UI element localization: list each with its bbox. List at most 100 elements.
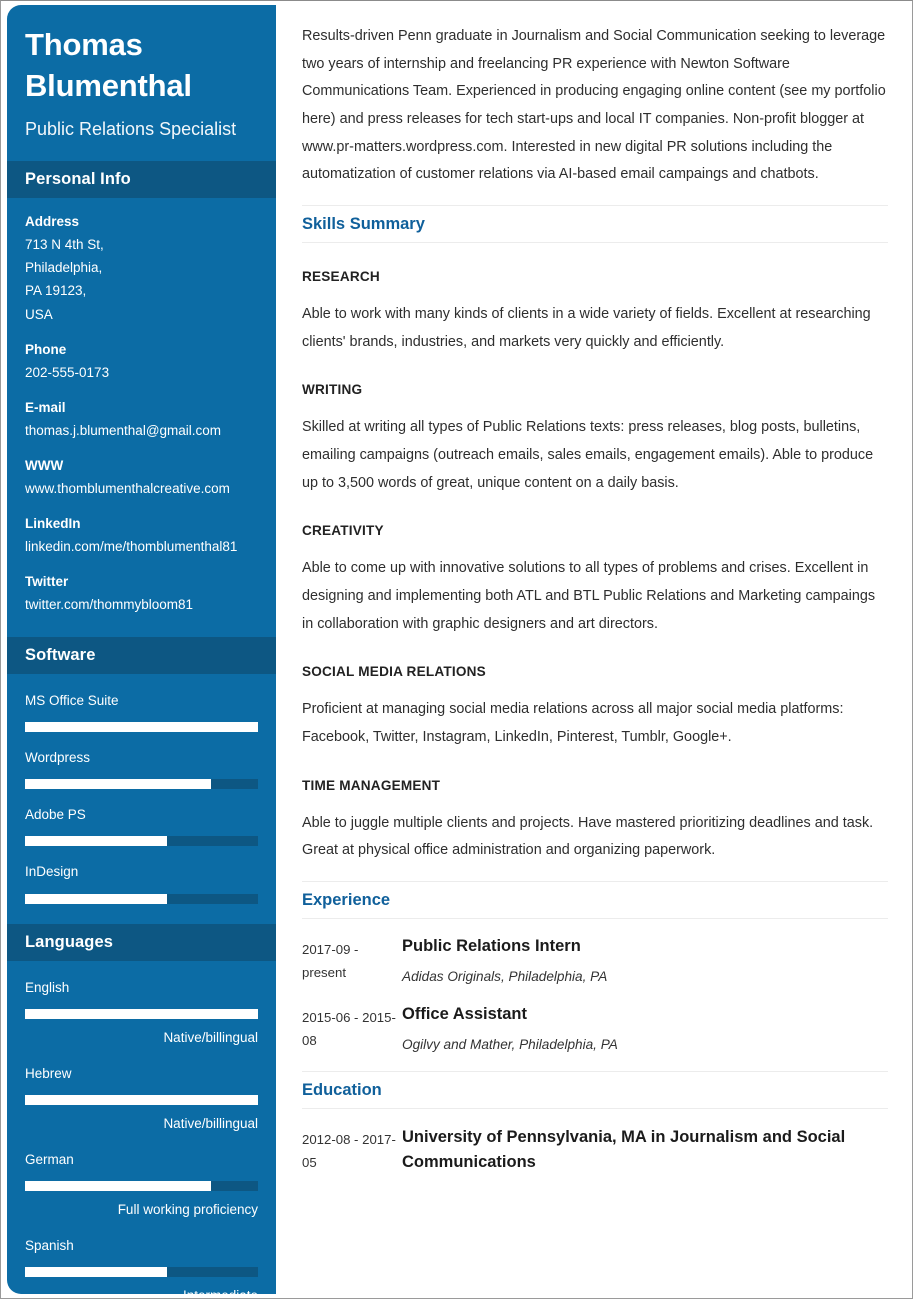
skill-bar-track (25, 1181, 258, 1192)
skill-name: RESEARCH (302, 268, 380, 284)
section-title-experience: Experience (302, 880, 888, 919)
skill-bar-label: Hebrew (25, 1065, 72, 1081)
contact-group: Twitter twitter.com/thommybloom81 (25, 572, 258, 616)
skill-bar-item: InDesign (25, 862, 258, 904)
contact-label: E-mail (25, 400, 66, 416)
contact-group: WWW www.thomblumenthalcreative.com (25, 456, 258, 500)
entry-date: 2017-09 - present (302, 941, 359, 981)
entry-body: University of Pennsylvania, MA in Journa… (402, 1125, 888, 1175)
skill-description: Able to work with many kinds of clients … (302, 305, 871, 350)
skill-bar-label: InDesign (25, 864, 79, 880)
name-block: Thomas Blumenthal Public Relations Speci… (7, 5, 276, 141)
contact-value: 713 N 4th St, (25, 237, 104, 253)
skill-bar-track (25, 721, 258, 732)
contact-group: Phone 202-555-0173 (25, 340, 258, 384)
skill-bar-fill (25, 1095, 258, 1105)
contact-value: PA 19123, (25, 283, 87, 299)
skill-bar-track (25, 893, 258, 904)
skill-bar-item: Hebrew Native/billingual (25, 1064, 258, 1134)
section-header-personal-info: Personal Info (7, 161, 276, 199)
software-bar-list: MS Office Suite Wordpress Adobe PS InDesign (25, 691, 258, 904)
entry-title: Public Relations Intern (402, 936, 581, 955)
professional-summary: Results-driven Penn graduate in Journali… (302, 28, 886, 183)
skill-bar-fill (25, 836, 168, 847)
skill-bar-label: Wordpress (25, 749, 91, 765)
section-title-education: Education (302, 1070, 888, 1109)
resume-page: Thomas Blumenthal Public Relations Speci… (0, 0, 913, 1299)
skills-list: RESEARCH Able to work with many kinds of … (302, 269, 888, 865)
skill-bar-track (25, 836, 258, 847)
skill-bar-fill (25, 893, 168, 904)
skill-bar-fill (25, 779, 212, 790)
contact-group: E-mail thomas.j.blumenthal@gmail.com (25, 398, 258, 442)
skill-bar-label: Spanish (25, 1238, 74, 1254)
resume-entry: 2015-06 - 2015-08 Office Assistant Ogilvy … (302, 1003, 888, 1055)
skill-bar-label: German (25, 1151, 74, 1167)
page-title: Thomas Blumenthal (25, 27, 192, 103)
section-header-languages: Languages (7, 923, 276, 961)
contact-value: 202-555-0173 (25, 364, 110, 380)
skill-bar-track (25, 1095, 258, 1105)
skill-description: Able to come up with innovative solution… (302, 560, 876, 632)
languages-body: English Native/billingual Hebrew Native/bil… (7, 978, 276, 1294)
contact-value: www.thomblumenthalcreative.com (25, 481, 230, 497)
skill-bar-item: German Full working proficiency (25, 1150, 258, 1220)
contact-value: linkedin.com/me/thomblumenthal81 (25, 539, 238, 555)
resume-entry: 2017-09 - present Public Relations Intern… (302, 935, 888, 987)
job-title: Public Relations Specialist (25, 118, 237, 139)
contact-field-list: Address 713 N 4th St, Philadelphia, PA 1912… (25, 212, 258, 617)
skill-description: Able to juggle multiple clients and proj… (302, 814, 874, 859)
skill-bar-item: Wordpress (25, 748, 258, 790)
skill-bar-track (25, 1267, 258, 1278)
contact-group: Address 713 N 4th St, Philadelphia, PA 1912… (25, 212, 258, 326)
skill-bar-label: Adobe PS (25, 807, 86, 823)
entry-subtitle: Adidas Originals, Philadelphia, PA (402, 968, 608, 984)
contact-label: Address (25, 214, 80, 230)
entry-date: 2015-06 - 2015-08 (302, 1009, 396, 1049)
skill-description: Proficient at managing social media rela… (302, 701, 844, 745)
skill-bar-fill (25, 1267, 168, 1278)
language-level-label: Native/billingual (163, 1029, 258, 1045)
skill-bar-track (25, 779, 258, 790)
skill-bar-fill (25, 1181, 212, 1192)
entry-body: Public Relations Intern Adidas Originals,… (402, 935, 888, 987)
entry-date: 2012-08 - 2017-05 (302, 1131, 396, 1171)
contact-value: Philadelphia, (25, 260, 103, 276)
skill-bar-label: MS Office Suite (25, 692, 119, 708)
contact-group: LinkedIn linkedin.com/me/thomblumenthal81 (25, 514, 258, 558)
skill-name: SOCIAL MEDIA RELATIONS (302, 664, 486, 680)
language-level-label: Intermediate (25, 1287, 258, 1294)
skill-bar-label: English (25, 979, 70, 995)
skill-bar-fill (25, 721, 258, 732)
main-column: Results-driven Penn graduate in Journali… (289, 5, 906, 1294)
language-level-label: Full working proficiency (117, 1202, 258, 1218)
entry-body: Office Assistant Ogilvy and Mather, Phila… (402, 1003, 888, 1055)
language-level-label: Native/billingual (163, 1116, 258, 1131)
contact-label: WWW (25, 458, 64, 474)
skill-name: TIME MANAGEMENT (302, 777, 441, 793)
skill-bar-item: Spanish Intermediate (25, 1236, 258, 1294)
skill-description: Skilled at writing all types of Public R… (302, 419, 874, 491)
skill-bar-fill (25, 1008, 258, 1019)
contact-label: LinkedIn (25, 516, 81, 532)
entry-subtitle: Ogilvy and Mather, Philadelphia, PA (402, 1036, 618, 1052)
contact-label: Phone (25, 341, 67, 357)
personal-info-body: Address 713 N 4th St, Philadelphia, PA 1912… (7, 212, 276, 617)
entry-title: University of Pennsylvania, MA in Journa… (402, 1127, 846, 1171)
contact-value: thomas.j.blumenthal@gmail.com (25, 422, 222, 438)
skill-bar-item: Adobe PS (25, 805, 258, 847)
skill-bar-item: English Native/billingual (25, 978, 258, 1048)
contact-value: twitter.com/thommybloom81 (25, 597, 194, 613)
skill-bar-track (25, 1008, 258, 1019)
sidebar: Thomas Blumenthal Public Relations Speci… (7, 5, 276, 1294)
education-list: 2012-08 - 2017-05 University of Pennsylva… (302, 1125, 888, 1175)
entry-title: Office Assistant (402, 1004, 528, 1023)
section-header-software: Software (7, 636, 276, 674)
skill-bar-item: MS Office Suite (25, 691, 258, 732)
software-body: MS Office Suite Wordpress Adobe PS InDesign (7, 691, 276, 904)
section-title-skills-summary: Skills Summary (302, 204, 888, 243)
resume-entry: 2012-08 - 2017-05 University of Pennsylva… (302, 1125, 888, 1175)
contact-value: USA (25, 306, 53, 322)
skill-name: WRITING (302, 382, 363, 398)
language-bar-list: English Native/billingual Hebrew Native/bil… (25, 978, 258, 1294)
